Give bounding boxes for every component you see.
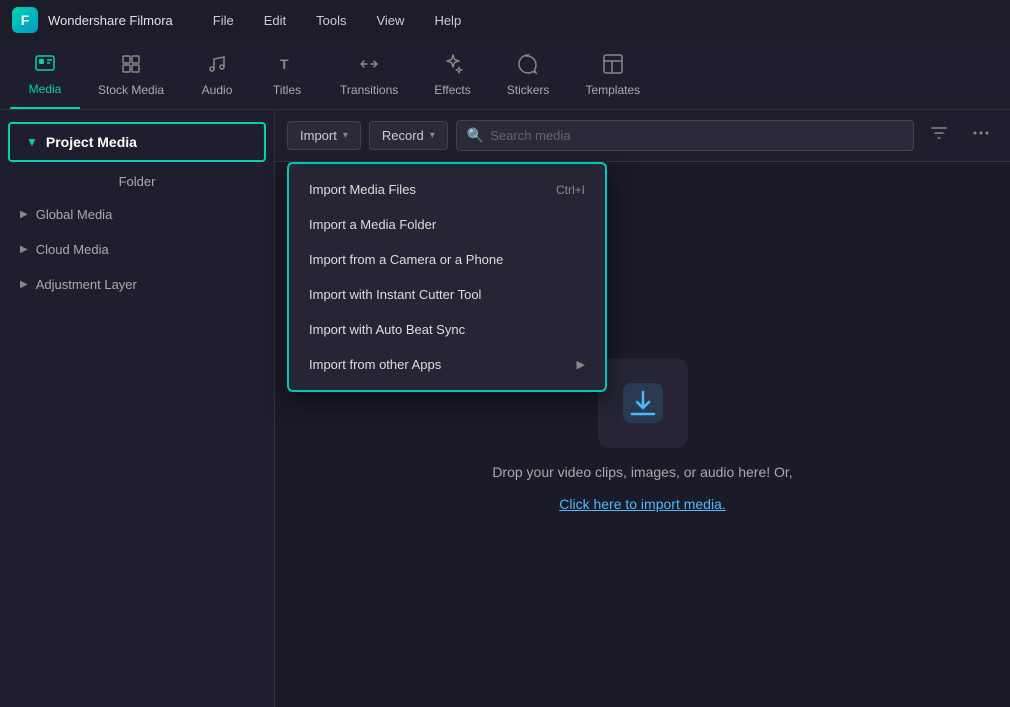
menu-help[interactable]: Help: [424, 9, 471, 32]
import-auto-beat-sync-label: Import with Auto Beat Sync: [309, 322, 465, 337]
dropdown-import-auto-beat-sync[interactable]: Import with Auto Beat Sync: [289, 312, 605, 347]
tab-stock-media[interactable]: Stock Media: [80, 40, 182, 109]
menu-file[interactable]: File: [203, 9, 244, 32]
adjustment-layer-label: Adjustment Layer: [36, 277, 137, 292]
search-icon: 🔍: [467, 127, 484, 144]
app-name: Wondershare Filmora: [48, 13, 173, 28]
filter-button[interactable]: [922, 120, 956, 151]
templates-icon: [602, 53, 624, 79]
sidebar-item-cloud-media[interactable]: ▶ Cloud Media: [0, 232, 274, 267]
record-label: Record: [382, 128, 424, 143]
effects-icon: [442, 53, 464, 79]
menu-edit[interactable]: Edit: [254, 9, 296, 32]
cloud-media-label: Cloud Media: [36, 242, 109, 257]
dropdown-import-camera-phone[interactable]: Import from a Camera or a Phone: [289, 242, 605, 277]
tab-titles-label: Titles: [273, 83, 301, 97]
stock-media-icon: [120, 53, 142, 79]
cloud-media-arrow: ▶: [20, 244, 28, 255]
drop-icon-box: [598, 358, 688, 448]
audio-icon: [206, 53, 228, 79]
tab-stock-media-label: Stock Media: [98, 83, 164, 97]
dropdown-import-instant-cutter[interactable]: Import with Instant Cutter Tool: [289, 277, 605, 312]
adjustment-layer-arrow: ▶: [20, 279, 28, 290]
folder-label: Folder: [119, 174, 156, 189]
import-media-files-label: Import Media Files: [309, 182, 416, 197]
import-download-icon: [618, 378, 668, 428]
top-nav: Media Stock Media Audio T Titles Transit…: [0, 40, 1010, 110]
dropdown-import-media-files[interactable]: Import Media Files Ctrl+I: [289, 172, 605, 207]
global-media-arrow: ▶: [20, 209, 28, 220]
menu-view[interactable]: View: [366, 9, 414, 32]
tab-transitions[interactable]: Transitions: [322, 40, 416, 109]
import-camera-phone-label: Import from a Camera or a Phone: [309, 252, 503, 267]
import-chevron-icon: ▾: [343, 130, 348, 141]
transitions-icon: [358, 53, 380, 79]
record-button[interactable]: Record ▾: [369, 121, 448, 150]
tab-stickers-label: Stickers: [507, 83, 550, 97]
toolbar: Import ▾ Record ▾ 🔍: [275, 110, 1010, 162]
more-options-button[interactable]: [964, 120, 998, 151]
tab-templates-label: Templates: [585, 83, 640, 97]
project-media-header[interactable]: ▼ Project Media: [8, 122, 266, 162]
search-box[interactable]: 🔍: [456, 120, 914, 151]
tab-transitions-label: Transitions: [340, 83, 398, 97]
import-media-files-shortcut: Ctrl+I: [556, 183, 585, 197]
stickers-icon: [517, 53, 539, 79]
search-input[interactable]: [490, 128, 903, 143]
project-media-title: Project Media: [46, 134, 137, 150]
sidebar-item-global-media[interactable]: ▶ Global Media: [0, 197, 274, 232]
sidebar-item-adjustment-layer[interactable]: ▶ Adjustment Layer: [0, 267, 274, 302]
tab-titles[interactable]: T Titles: [252, 40, 322, 109]
import-other-apps-label: Import from other Apps: [309, 357, 441, 372]
sidebar: ▼ Project Media Folder ▶ Global Media ▶ …: [0, 110, 275, 707]
dropdown-import-other-apps[interactable]: Import from other Apps ▶: [289, 347, 605, 382]
menu-tools[interactable]: Tools: [306, 9, 356, 32]
import-link[interactable]: Click here to import media.: [559, 496, 726, 512]
media-icon: [34, 52, 56, 78]
tab-templates[interactable]: Templates: [567, 40, 658, 109]
import-instant-cutter-label: Import with Instant Cutter Tool: [309, 287, 481, 302]
tab-effects-label: Effects: [434, 83, 470, 97]
app-logo: F: [12, 7, 38, 33]
import-button[interactable]: Import ▾: [287, 121, 361, 150]
import-label: Import: [300, 128, 337, 143]
import-dropdown: Import Media Files Ctrl+I Import a Media…: [287, 162, 607, 392]
title-bar: F Wondershare Filmora File Edit Tools Vi…: [0, 0, 1010, 40]
tab-media-label: Media: [29, 82, 62, 96]
tab-effects[interactable]: Effects: [416, 40, 488, 109]
dropdown-import-media-folder[interactable]: Import a Media Folder: [289, 207, 605, 242]
main-layout: ▼ Project Media Folder ▶ Global Media ▶ …: [0, 110, 1010, 707]
record-chevron-icon: ▾: [430, 130, 435, 141]
content-area: Import ▾ Record ▾ 🔍 Import Media Files: [275, 110, 1010, 707]
drop-text: Drop your video clips, images, or audio …: [492, 464, 792, 480]
tab-audio[interactable]: Audio: [182, 40, 252, 109]
tab-stickers[interactable]: Stickers: [489, 40, 568, 109]
tab-audio-label: Audio: [202, 83, 233, 97]
svg-text:T: T: [280, 56, 289, 72]
global-media-label: Global Media: [36, 207, 113, 222]
titles-icon: T: [276, 53, 298, 79]
project-media-arrow: ▼: [26, 135, 38, 149]
import-media-folder-label: Import a Media Folder: [309, 217, 436, 232]
import-other-apps-sub-arrow-icon: ▶: [577, 358, 585, 371]
sidebar-folder[interactable]: Folder: [0, 166, 274, 197]
tab-media[interactable]: Media: [10, 40, 80, 109]
